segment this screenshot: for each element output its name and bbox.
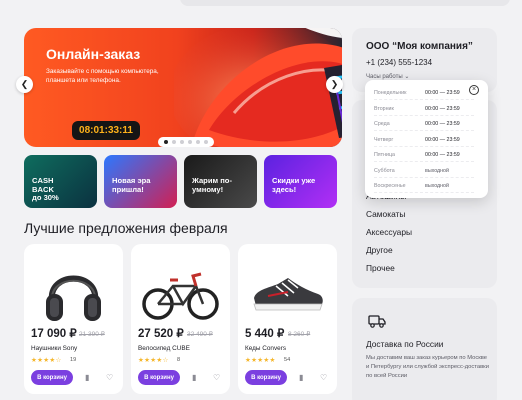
hours-time: выходной (425, 167, 449, 174)
hours-row: Пятница 00:00 — 23:59 (374, 150, 474, 162)
hours-time: 00:00 — 23:59 (425, 90, 460, 96)
product-old-price: 21 390 ₽ (79, 331, 105, 338)
hours-time: 00:00 — 23:59 (425, 105, 460, 112)
section-title: Лучшие предложения февраля (24, 220, 228, 236)
delivery-text: Мы доставим ваш заказ курьером по Москве… (366, 355, 489, 379)
promo-tile[interactable]: CASH BACK до 30% (24, 155, 97, 208)
weekday: Пятница (374, 152, 395, 158)
countdown-timer: 08:01:33:11 (72, 121, 140, 140)
category-item[interactable]: Прочее (366, 263, 395, 273)
compare-icon[interactable]: ▮ (85, 373, 89, 382)
company-phone[interactable]: +1 (234) 555-1234 (366, 58, 432, 67)
promo-label: Скидки уже здесь! (272, 176, 316, 194)
chevron-right-icon[interactable]: ❯ (326, 76, 343, 93)
promo-label: CASH BACK до 30% (32, 176, 59, 203)
slider-dot[interactable] (172, 140, 176, 144)
hero-subtitle: Заказывайте с помощью компьютера, планше… (46, 68, 159, 84)
hours-time: выходной (425, 183, 449, 189)
weekday: Понедельник (374, 90, 407, 96)
add-to-cart-button[interactable]: В корзину (31, 370, 73, 385)
hours-row: Суббота выходной (374, 166, 474, 178)
weekday: Воскресенье (374, 183, 406, 189)
category-item[interactable]: Аксессуары (366, 227, 412, 237)
bicycle-image (142, 272, 219, 320)
weekday: Вторник (374, 105, 394, 112)
hours-row: Воскресенье выходной (374, 181, 474, 193)
review-count: 19 (70, 357, 77, 363)
hours-time: 00:00 — 23:59 (425, 136, 460, 143)
promo-tile[interactable]: Новая эра пришла! (104, 155, 177, 208)
slider-dot[interactable] (188, 140, 192, 144)
sneaker-image (253, 278, 323, 311)
hours-toggle[interactable]: Часы работы ⌄ (366, 73, 409, 80)
product-price: 17 090 ₽ (31, 328, 77, 340)
review-count: 54 (284, 357, 291, 363)
hours-time: 00:00 — 23:59 (425, 152, 460, 158)
company-name: ООО “Моя компания” (366, 41, 473, 52)
heart-icon[interactable]: ♡ (213, 373, 220, 382)
hero-banner[interactable]: Онлайн-заказ Заказывайте с помощью компь… (24, 28, 342, 147)
product-card[interactable]: 17 090 ₽ 21 390 ₽ Наушники Sony ★★★★☆ 19… (24, 244, 123, 394)
chevron-left-icon[interactable]: ❮ (16, 76, 33, 93)
category-item[interactable]: Другое (366, 245, 393, 255)
rating-stars: ★★★★☆ (138, 357, 169, 364)
product-name[interactable]: Велосипед CUBE (138, 345, 190, 352)
product-card[interactable]: 5 440 ₽ 8 260 ₽ Кеды Convers ★★★★★ 54 В … (238, 244, 337, 394)
heart-icon[interactable]: ♡ (106, 373, 113, 382)
hours-row: Четверг 00:00 — 23:59 (374, 135, 474, 147)
promo-label: Новая эра пришла! (112, 176, 151, 194)
search-bar[interactable] (180, 0, 510, 6)
compare-icon[interactable]: ▮ (192, 373, 196, 382)
rating-stars: ★★★★★ (245, 357, 276, 364)
promo-tile[interactable]: Скидки уже здесь! (264, 155, 337, 208)
review-count: 8 (177, 357, 181, 363)
slider-dot[interactable] (164, 140, 168, 144)
rating-stars: ★★★★☆ (31, 357, 62, 364)
sneaker-image (174, 28, 342, 147)
truck-icon (368, 315, 386, 328)
product-name[interactable]: Наушники Sony (31, 345, 77, 352)
heart-icon[interactable]: ♡ (320, 373, 327, 382)
slider-dot[interactable] (196, 140, 200, 144)
hours-row: Среда 00:00 — 23:59 (374, 119, 474, 131)
weekday: Среда (374, 121, 390, 127)
add-to-cart-button[interactable]: В корзину (245, 370, 287, 385)
product-old-price: 8 260 ₽ (288, 331, 311, 338)
delivery-panel: Доставка по России Мы доставим ваш заказ… (352, 298, 497, 400)
delivery-title: Доставка по России (366, 339, 444, 349)
hours-time: 00:00 — 23:59 (425, 121, 460, 127)
slider-dots (158, 137, 214, 147)
add-to-cart-button[interactable]: В корзину (138, 370, 180, 385)
weekday: Суббота (374, 167, 395, 174)
category-item[interactable]: Самокаты (366, 209, 405, 219)
slider-dot[interactable] (180, 140, 184, 144)
hours-row: Вторник 00:00 — 23:59 (374, 104, 474, 116)
product-old-price: 32 490 ₽ (187, 331, 213, 338)
product-price: 5 440 ₽ (245, 328, 285, 340)
hero-title: Онлайн-заказ (46, 46, 141, 62)
weekday: Четверг (374, 136, 394, 143)
product-price: 27 520 ₽ (138, 328, 184, 340)
hours-popup: × Понедельник 00:00 — 23:59 Вторник 00:00 —… (365, 80, 488, 198)
slider-dot[interactable] (204, 140, 208, 144)
promo-tile[interactable]: Жарим по- умному! (184, 155, 257, 208)
headphones-image (46, 275, 101, 321)
top-bar (0, 0, 522, 14)
product-card[interactable]: 27 520 ₽ 32 490 ₽ Велосипед CUBE ★★★★☆ 8… (131, 244, 230, 394)
hours-row: Понедельник 00:00 — 23:59 (374, 88, 474, 100)
compare-icon[interactable]: ▮ (299, 373, 303, 382)
product-name[interactable]: Кеды Convers (245, 345, 286, 352)
promo-label: Жарим по- умному! (192, 176, 232, 194)
